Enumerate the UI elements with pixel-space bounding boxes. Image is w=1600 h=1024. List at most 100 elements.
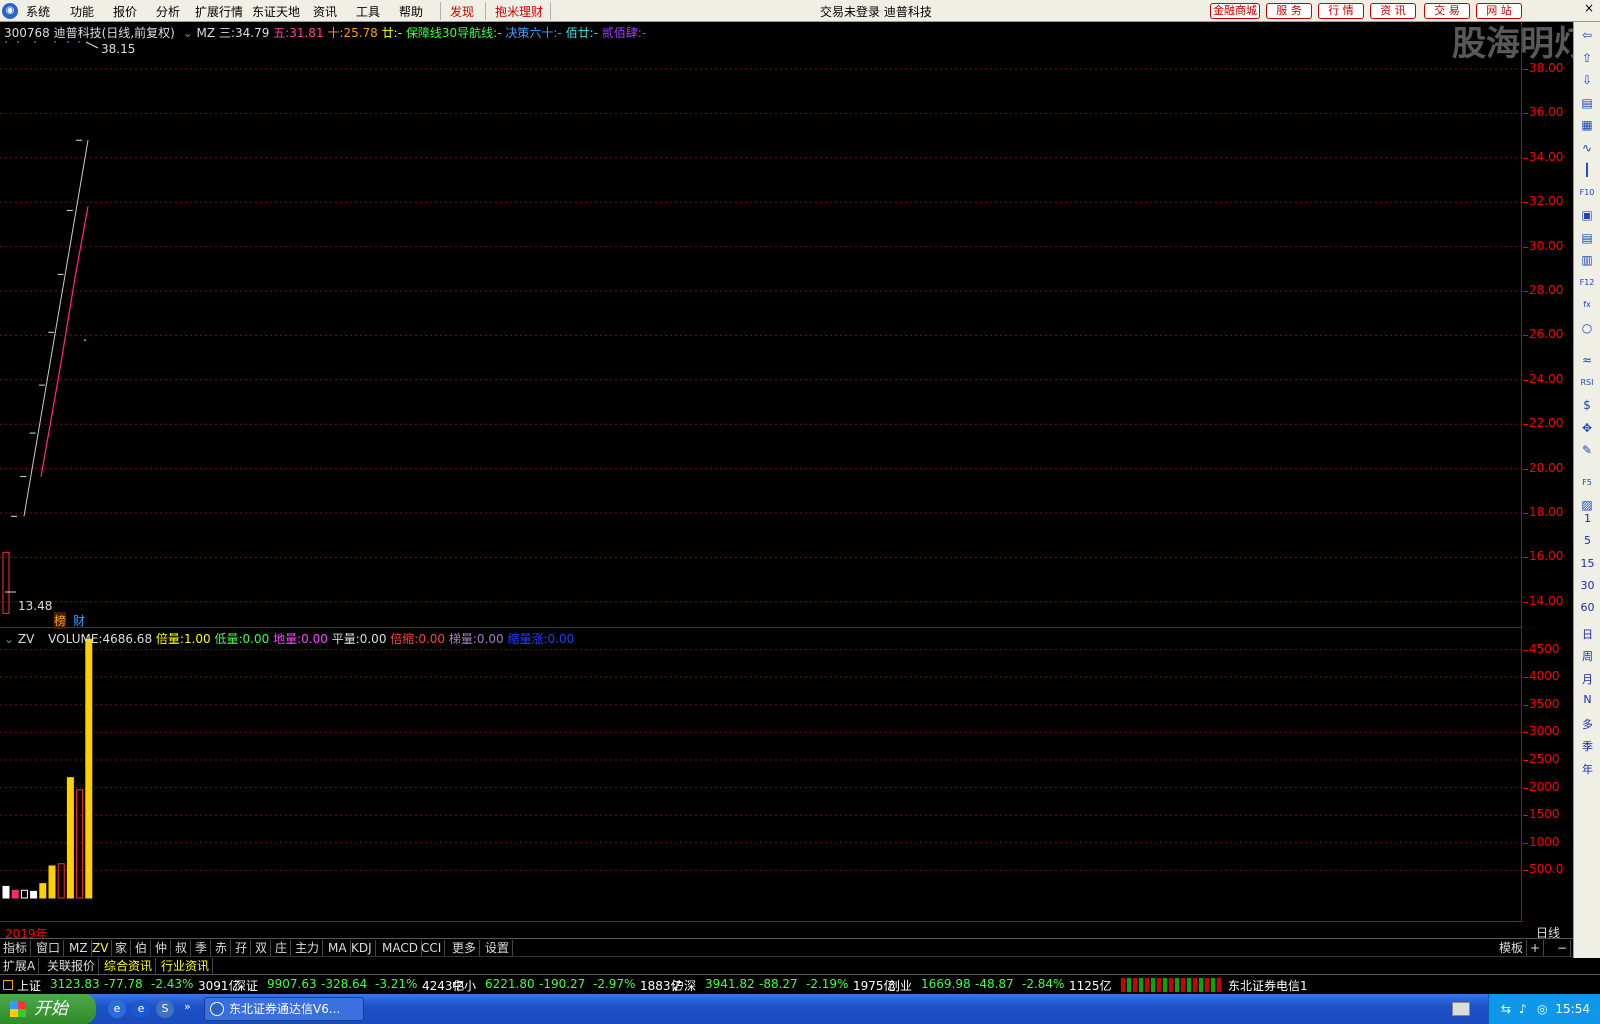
ma5-label: 五: [273,26,290,40]
menu-tools[interactable]: 工具 [356,3,380,20]
ticker-toggle-icon[interactable] [3,980,13,990]
down-icon[interactable]: ⇩ [1578,71,1596,89]
fin-icon[interactable]: ▣ [1578,206,1596,224]
news-button[interactable]: 资 讯 [1370,3,1416,19]
security-tray-icon[interactable]: ◎ [1537,1002,1547,1016]
money-icon[interactable]: $ [1578,396,1596,414]
tab-related-quote[interactable]: 关联报价 [44,958,100,974]
calc-icon[interactable]: ▤ [1578,229,1596,247]
template-button[interactable]: 模板 [1496,940,1528,956]
service-button[interactable]: 服 务 [1266,3,1312,19]
menu-news[interactable]: 资讯 [313,3,337,20]
period-button[interactable]: 日 [1574,626,1600,642]
volume-axis-tick-mark [1523,677,1528,679]
volume-dropdown-icon[interactable]: ⌄ [4,632,14,646]
period-button[interactable]: 30 [1574,579,1600,592]
period-button[interactable]: 年 [1574,761,1600,777]
table-icon[interactable]: ▦ [1578,116,1596,134]
indicator-tab[interactable]: 主力 [292,940,324,956]
indicator-tab[interactable]: 窗口 [33,940,65,956]
indicator-tab[interactable]: KDJ [348,940,376,956]
market-button[interactable]: 行 情 [1318,3,1364,19]
rsi-icon[interactable]: RSI [1578,374,1596,392]
menu-analysis[interactable]: 分析 [156,3,180,20]
period-button[interactable]: 15 [1574,557,1600,570]
period-button[interactable]: 季 [1574,738,1600,754]
fx-icon[interactable]: fx [1578,296,1596,314]
indicator-tab[interactable]: 伯 [132,940,152,956]
up-icon[interactable]: ⇧ [1578,49,1596,67]
tab-ext-a[interactable]: 扩展A [0,958,40,974]
tab-industry-news[interactable]: 行业资讯 [158,958,214,974]
indicator-tab[interactable]: 更多 [449,940,481,956]
volume-chart-svg[interactable] [0,628,1522,922]
f10-icon[interactable]: F10 [1578,184,1596,202]
line-chart-icon[interactable]: ∿ [1578,139,1596,157]
menu-function[interactable]: 功能 [70,3,94,20]
network-icon[interactable]: ⇆ [1501,1002,1511,1016]
move-icon[interactable]: ✥ [1578,419,1596,437]
news-icon[interactable]: ▥ [1578,251,1596,269]
circle-icon[interactable]: ○ [1578,319,1596,337]
add-template-button[interactable]: + [1527,940,1545,956]
indicator-tab[interactable]: MA [325,940,351,956]
ie2-icon[interactable]: e [132,1000,150,1018]
indicator-tab[interactable]: 庄 [272,940,292,956]
period-button[interactable]: N [1574,693,1600,706]
indicator-tab[interactable]: 叔 [172,940,192,956]
app-logo-icon[interactable]: ◉ [2,3,18,19]
close-window-icon[interactable]: × [1584,1,1594,15]
indicator-tab[interactable]: 孖 [232,940,252,956]
back-icon[interactable]: ⇦ [1578,26,1596,44]
app-window: ◉ 系统 功能 报价 分析 扩展行情 东证天地 资讯 工具 帮助 发现 抱米理财… [0,0,1600,1024]
wave-icon[interactable]: ≈ [1578,351,1596,369]
more-quicklaunch-icon[interactable]: » [184,1000,191,1013]
price-chart-svg[interactable] [0,22,1522,628]
indicator-tab[interactable]: 指标 [0,940,32,956]
period-button[interactable]: 周 [1574,648,1600,664]
menu-quote[interactable]: 报价 [113,3,137,20]
price-chart-panel[interactable] [0,22,1522,628]
indicator-tab[interactable]: CCI [418,940,446,956]
indicator-tab[interactable]: 赤 [212,940,232,956]
menu-ext-market[interactable]: 扩展行情 [195,3,243,20]
tab-general-news[interactable]: 综合资讯 [101,958,157,974]
menu-dongzheng[interactable]: 东证天地 [252,3,300,20]
keyboard-icon[interactable] [1452,1002,1470,1016]
finance-badge[interactable]: 财 [73,612,85,629]
rank-badge[interactable]: 榜 [54,612,67,629]
menu-discover[interactable]: 发现 [450,3,474,20]
period-button[interactable]: 1 [1574,512,1600,525]
f12-icon[interactable]: F12 [1578,274,1596,292]
indicator-tab[interactable]: 设置 [482,940,514,956]
indicator-tab[interactable]: 双 [252,940,272,956]
indicator-tab[interactable]: ZV [89,940,113,956]
f5-icon[interactable]: F5 [1578,474,1596,492]
index-name: 沪深 [672,979,697,993]
taskbar-app-button[interactable]: 东北证券通达信V6... [204,997,364,1021]
quicklaunch-icon[interactable]: S [156,1000,174,1018]
indicator-tab[interactable]: 家 [112,940,132,956]
volume-y-tick: 500.0 [1529,862,1564,877]
indicator-tab[interactable]: 仲 [152,940,172,956]
menu-help[interactable]: 帮助 [399,3,423,20]
period-button[interactable]: 60 [1574,601,1600,614]
pen-icon[interactable]: ✎ [1578,441,1596,459]
list-icon[interactable]: ▤ [1578,94,1596,112]
indicator-tab[interactable]: 季 [192,940,212,956]
volume-tray-icon[interactable]: ♪ [1519,1002,1527,1016]
period-button[interactable]: 多 [1574,716,1600,732]
period-button[interactable]: 5 [1574,534,1600,547]
menu-system[interactable]: 系统 [26,3,50,20]
volume-chart-panel[interactable] [0,628,1522,922]
candle-icon[interactable]: ┃ [1578,161,1596,179]
indicator-tab[interactable]: MZ [66,940,92,956]
indicator-dropdown-icon[interactable]: ⌄ [183,26,193,40]
indicator-tab[interactable]: MACD [379,940,422,956]
remove-template-button[interactable]: − [1554,940,1572,956]
mall-button[interactable]: 金融商城 [1210,3,1260,19]
menu-baomi[interactable]: 抱米理财 [495,3,543,20]
start-button[interactable]: 开始 [0,994,96,1024]
ie-icon[interactable]: e [108,1000,126,1018]
period-button[interactable]: 月 [1574,671,1600,687]
